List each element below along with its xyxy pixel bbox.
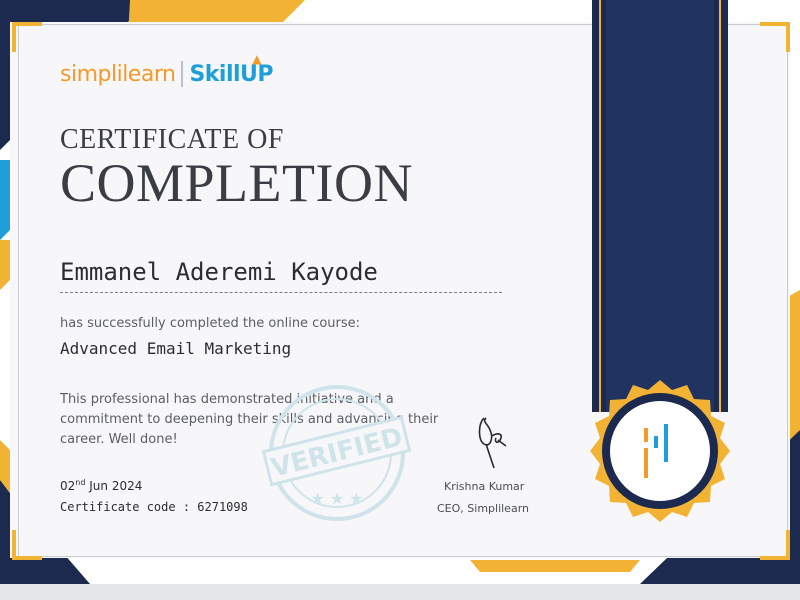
verified-stamp-icon: VERIFIED ★ ★ ★ <box>261 385 412 521</box>
seal-badge-icon <box>590 380 730 522</box>
date-suffix: nd <box>75 478 86 487</box>
bottom-gold-strip <box>470 560 640 572</box>
bottom-strip <box>0 584 800 600</box>
completed-statement: has successfully completed the online co… <box>60 316 361 331</box>
corner-bracket <box>760 22 790 52</box>
title-completion: COMPLETION <box>60 153 413 213</box>
logo-skillup-text: SkillUP ▲ <box>189 52 273 87</box>
certificate: simplilearn SkillUP ▲ CERTIFICATE OF COMP… <box>0 0 800 584</box>
signatory-role: CEO, Simplilearn <box>437 502 529 515</box>
date-month-year: Jun 2024 <box>85 479 143 493</box>
date-day: 02 <box>60 479 76 493</box>
ribbon-icon <box>592 0 728 412</box>
simplilearn-skillup-logo: simplilearn SkillUP ▲ <box>60 52 274 92</box>
corner-bracket <box>760 530 790 560</box>
name-underline <box>60 292 502 293</box>
stamp-text: VERIFIED <box>268 422 406 484</box>
stamp-stars: ★ ★ ★ <box>310 489 363 508</box>
logo-simplilearn-text: simplilearn <box>60 61 176 87</box>
up-arrow-icon: ▲ <box>252 51 262 66</box>
certificate-code-label: Certificate code : <box>60 500 198 514</box>
certificate-code: Certificate code : 6271098 <box>60 500 248 514</box>
completion-date: 02nd Jun 2024 <box>60 478 142 493</box>
corner-bracket <box>12 22 42 52</box>
signature-icon <box>478 417 507 469</box>
signatory-name: Krishna Kumar <box>444 480 525 493</box>
certificate-code-value: 6271098 <box>197 500 248 514</box>
logo-divider <box>181 61 184 87</box>
course-name: Advanced Email Marketing <box>60 339 292 358</box>
corner-bracket <box>12 530 42 560</box>
recipient-name: Emmanel Aderemi Kayode <box>60 258 378 286</box>
